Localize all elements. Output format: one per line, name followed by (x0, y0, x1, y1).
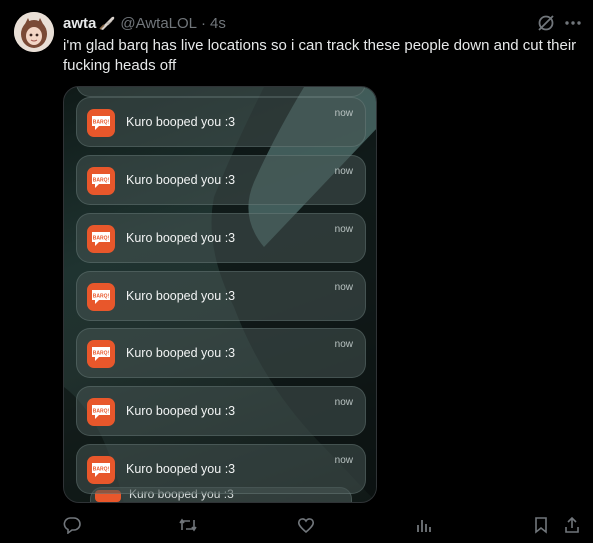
notification-time: now (334, 282, 353, 293)
svg-text:BARQ!: BARQ! (93, 236, 110, 242)
notification-card-hidden (76, 87, 366, 97)
notification-time: now (334, 455, 353, 466)
notification-card[interactable]: BARQ! Kuro booped you :3 now (76, 213, 366, 263)
notification-text: Kuro booped you :3 (126, 346, 236, 360)
notification-card[interactable]: BARQ! Kuro booped you :3 now (76, 155, 366, 205)
reply-icon[interactable] (60, 513, 84, 537)
notification-time: now (334, 166, 353, 177)
author-name[interactable]: awta (63, 15, 96, 32)
tweet-text: i'm glad barq has live locations so i ca… (63, 37, 577, 74)
barq-app-icon: BARQ! (87, 167, 115, 195)
svg-text:BARQ!: BARQ! (93, 351, 110, 357)
tweet-actions (0, 513, 593, 539)
author-handle[interactable]: @AwtaLOL (120, 15, 197, 32)
bookmark-icon[interactable] (529, 513, 553, 537)
share-icon[interactable] (560, 513, 584, 537)
notification-card[interactable]: BARQ! Kuro booped you :3 now (76, 328, 366, 378)
grok-icon[interactable] (536, 13, 556, 33)
barq-app-icon: BARQ! (87, 456, 115, 484)
more-options-icon[interactable] (562, 13, 584, 33)
barq-app-icon: BARQ! (87, 398, 115, 426)
barq-app-icon: BARQ! (87, 283, 115, 311)
tweet-header: awta @AwtaLOL · 4s (63, 13, 226, 33)
barq-app-icon: BARQ! (87, 109, 115, 137)
svg-text:BARQ!: BARQ! (93, 178, 110, 184)
barq-app-icon: BARQ! (87, 340, 115, 368)
views-icon[interactable] (412, 513, 436, 537)
notification-card[interactable]: BARQ! Kuro booped you :3 now (76, 271, 366, 321)
notification-text: Kuro booped you :3 (126, 173, 236, 187)
notification-time: now (334, 339, 353, 350)
svg-text:BARQ!: BARQ! (93, 120, 110, 126)
avatar-image (14, 12, 54, 52)
retweet-icon[interactable] (176, 513, 200, 537)
notification-text: Kuro booped you :3 (126, 462, 236, 476)
notification-text: Kuro booped you :3 (126, 115, 236, 129)
notification-time: now (334, 108, 353, 119)
notification-card[interactable]: BARQ! Kuro booped you :3 now (76, 97, 366, 147)
svg-text:BARQ!: BARQ! (93, 409, 110, 415)
feather-icon (98, 15, 116, 31)
barq-app-icon: BARQ! (87, 225, 115, 253)
notification-text: Kuro booped you :3 (126, 404, 236, 418)
separator-dot: · (201, 14, 207, 32)
avatar[interactable] (14, 12, 54, 52)
notification-text: Kuro booped you :3 (126, 231, 236, 245)
svg-text:BARQ!: BARQ! (93, 294, 110, 300)
notification-text: Kuro booped you :3 (126, 289, 236, 303)
like-icon[interactable] (294, 513, 318, 537)
notification-card[interactable]: BARQ! Kuro booped you :3 now (76, 444, 366, 494)
svg-text:BARQ!: BARQ! (93, 467, 110, 473)
tweet-media[interactable]: BARQ! Kuro booped you :3 now BARQ! Kuro … (63, 86, 377, 503)
notification-time: now (334, 224, 353, 235)
notification-card[interactable]: BARQ! Kuro booped you :3 now (76, 386, 366, 436)
notification-time: now (334, 397, 353, 408)
tweet-time[interactable]: 4s (210, 15, 226, 32)
